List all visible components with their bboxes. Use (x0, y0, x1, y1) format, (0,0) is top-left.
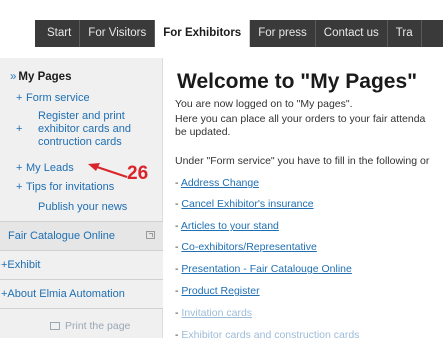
tab-start[interactable]: Start (35, 20, 81, 47)
print-page-link[interactable]: Print the page (50, 320, 130, 332)
plus-icon: + (16, 123, 23, 135)
main-content: Welcome to "My Pages" You are now logged… (175, 58, 443, 338)
sidebar-row-label: +Exhibit (1, 259, 41, 271)
plus-icon: + (16, 92, 23, 104)
intro-text-3: be updated. (175, 126, 231, 138)
sidebar-row-label: +About Elmia Automation (1, 288, 125, 300)
list-item: - Address Change (175, 177, 260, 189)
list-item: - Presentation - Fair Catalouge Online (175, 263, 352, 275)
sidebar-row-exhibit[interactable]: +Exhibit (0, 251, 163, 279)
list-item: - Co-exhibitors/Representative (175, 241, 317, 253)
sidebar-row-fair-catalogue[interactable]: Fair Catalogue Online (0, 222, 163, 250)
callout-number: 26 (127, 163, 149, 184)
intro-text-2: Here you can place all your orders to yo… (175, 113, 426, 125)
invitation-cards-link[interactable]: Invitation cards (181, 307, 252, 319)
sidebar-heading-label: My Pages (18, 71, 72, 83)
top-navigation: Start For Visitors For Exhibitors For pr… (0, 0, 443, 58)
tab-for-press[interactable]: For press (250, 20, 316, 47)
print-page-label: Print the page (65, 320, 131, 332)
sidebar-row-about-elmia[interactable]: +About Elmia Automation (0, 280, 163, 308)
list-item: - Product Register (175, 285, 260, 297)
nav-bar: Start For Visitors For Exhibitors For pr… (35, 20, 443, 47)
sidebar-item-publish-news[interactable]: Publish your news (16, 201, 156, 214)
sidebar-heading[interactable]: » My Pages (10, 71, 71, 83)
sidebar: » My Pages + Form service + Register and … (0, 58, 163, 338)
sidebar-row-label: Fair Catalogue Online (8, 230, 116, 242)
list-item: - Cancel Exhibitor's insurance (175, 198, 314, 210)
articles-stand-link[interactable]: Articles to your stand (181, 220, 279, 232)
tab-for-visitors[interactable]: For Visitors (80, 20, 156, 47)
divider (0, 308, 163, 309)
address-change-link[interactable]: Address Change (181, 177, 259, 189)
tab-for-exhibitors[interactable]: For Exhibitors (155, 20, 251, 47)
tab-travel[interactable]: Tra (388, 20, 422, 47)
sidebar-item-label: Form service (26, 92, 90, 104)
list-item: - Articles to your stand (175, 220, 279, 232)
sidebar-item-register-cards[interactable]: + Register and print exhibitor cards and… (16, 110, 146, 149)
external-link-icon (146, 231, 155, 239)
list-item: - Invitation cards (175, 307, 253, 319)
product-register-link[interactable]: Product Register (181, 285, 259, 297)
co-exhibitors-link[interactable]: Co-exhibitors/Representative (181, 241, 316, 253)
sidebar-item-label: Publish your news (38, 201, 128, 213)
sidebar-item-label: Register and print exhibitor cards and c… (38, 110, 131, 148)
exhibitor-cards-link[interactable]: Exhibitor cards and construction cards (181, 329, 359, 338)
presentation-catalogue-link[interactable]: Presentation - Fair Catalouge Online (181, 263, 351, 275)
intro-text-4: Under "Form service" you have to fill in… (175, 155, 430, 167)
sidebar-item-form-service[interactable]: + Form service (16, 92, 156, 105)
cancel-insurance-link[interactable]: Cancel Exhibitor's insurance (181, 198, 313, 210)
plus-icon: + (16, 162, 23, 174)
double-chevron-icon: » (10, 71, 17, 83)
intro-text-1: You are now logged on to "My pages". (175, 98, 353, 110)
plus-icon: + (16, 181, 23, 193)
tab-contact-us[interactable]: Contact us (316, 20, 388, 47)
list-item: - Exhibitor cards and construction cards (175, 329, 359, 338)
printer-icon (50, 322, 60, 330)
page-title: Welcome to "My Pages" (177, 70, 418, 93)
